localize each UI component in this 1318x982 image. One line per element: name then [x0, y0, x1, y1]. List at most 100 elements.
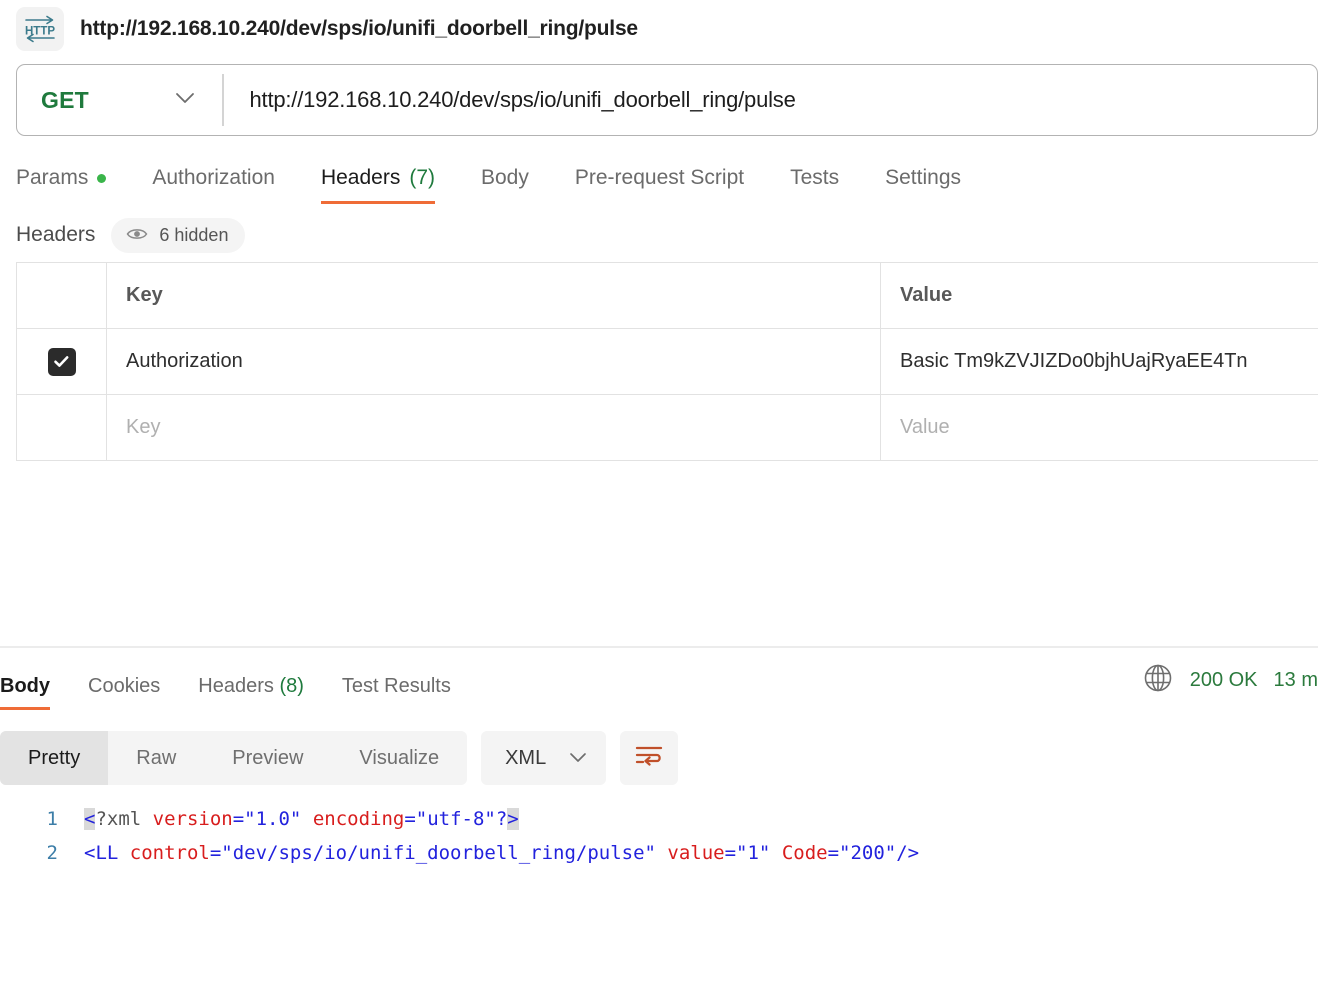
headers-section-title: Headers: [16, 223, 95, 247]
new-row-key-placeholder: Key: [126, 416, 160, 439]
new-row-checkbox-cell[interactable]: [17, 395, 107, 460]
page-title: http://192.168.10.240/dev/sps/io/unifi_d…: [80, 17, 638, 41]
response-status-group: 200 OK 13 m: [1142, 662, 1318, 699]
url-bar: GET http://192.168.10.240/dev/sps/io/uni…: [16, 64, 1318, 136]
tab-headers[interactable]: Headers (7): [321, 166, 461, 204]
response-tab-body[interactable]: Body: [0, 675, 74, 710]
code-line: 1 <?xml version="1.0" encoding="utf-8"?>: [0, 802, 1318, 836]
line-number: 1: [0, 802, 84, 836]
code-value-version: ="1.0": [233, 808, 302, 830]
view-mode-raw[interactable]: Raw: [108, 731, 204, 785]
response-tabs-left: Body Cookies Headers (8) Test Results: [0, 675, 489, 710]
code-selfclose: />: [896, 842, 919, 864]
table-row-empty: Key Value: [17, 395, 1318, 461]
response-tabs: Body Cookies Headers (8) Test Results 20…: [0, 648, 1318, 710]
code-line-content[interactable]: <?xml version="1.0" encoding="utf-8"?>: [84, 802, 519, 836]
code-pi-close: ?: [496, 808, 507, 830]
tab-params[interactable]: Params: [16, 166, 132, 204]
method-label: GET: [41, 87, 89, 114]
response-format-selector[interactable]: XML: [481, 731, 606, 785]
tab-authorization-label: Authorization: [152, 166, 275, 190]
view-mode-pretty-label: Pretty: [28, 747, 80, 770]
unsaved-dot-icon: [97, 174, 106, 183]
method-selector[interactable]: GET: [17, 65, 222, 135]
code-attr-version: version: [141, 808, 233, 830]
code-value-encoding: ="utf-8": [404, 808, 496, 830]
code-attr-value: value: [656, 842, 725, 864]
url-input[interactable]: http://192.168.10.240/dev/sps/io/unifi_d…: [224, 87, 1318, 113]
tab-body[interactable]: Body: [481, 166, 555, 204]
tab-authorization[interactable]: Authorization: [152, 166, 301, 204]
code-value-value: ="1": [725, 842, 771, 864]
column-header-value-label: Value: [900, 284, 952, 307]
view-mode-pretty[interactable]: Pretty: [0, 731, 108, 785]
code-attr-control: control: [118, 842, 210, 864]
header-cell-checkbox: [17, 263, 107, 328]
view-mode-segmented-control: Pretty Raw Preview Visualize: [0, 731, 467, 785]
response-tab-cookies[interactable]: Cookies: [88, 675, 184, 710]
request-tabs: Params Authorization Headers (7) Body Pr…: [0, 142, 1318, 204]
code-close-bracket: >: [507, 808, 518, 830]
row-value-text: Basic Tm9kZVJIZDo0bjhUajRyaEE4Tn: [900, 350, 1248, 373]
tab-headers-label: Headers: [321, 166, 400, 190]
request-title-bar: HTTP http://192.168.10.240/dev/sps/io/un…: [0, 0, 1318, 58]
response-tab-headers-label: Headers: [198, 675, 274, 697]
code-attr-encoding: encoding: [301, 808, 404, 830]
response-tab-body-label: Body: [0, 675, 50, 697]
tab-params-label: Params: [16, 166, 88, 190]
view-mode-visualize[interactable]: Visualize: [331, 731, 467, 785]
headers-subheader: Headers 6 hidden: [0, 204, 1318, 262]
response-time: 13 m: [1274, 669, 1318, 692]
chevron-down-icon: [174, 91, 196, 110]
hidden-headers-label: 6 hidden: [159, 225, 228, 246]
tab-settings-label: Settings: [885, 166, 961, 190]
svg-text:HTTP: HTTP: [25, 26, 55, 38]
headers-table: Key Value Authorization Basic Tm9kZVJIZD…: [16, 262, 1318, 461]
row-checkbox-checked-icon[interactable]: [48, 348, 76, 376]
response-view-toolbar: Pretty Raw Preview Visualize XML: [0, 710, 1318, 788]
row-checkbox-cell[interactable]: [17, 329, 107, 394]
row-key-input[interactable]: Authorization: [107, 329, 881, 394]
word-wrap-icon: [634, 743, 664, 774]
tab-pre-request-script-label: Pre-request Script: [575, 166, 744, 190]
new-row-value-placeholder: Value: [900, 416, 950, 439]
code-attr-code: Code: [770, 842, 827, 864]
new-row-key-input[interactable]: Key: [107, 395, 881, 460]
view-mode-preview-label: Preview: [232, 747, 303, 770]
url-bar-row: GET http://192.168.10.240/dev/sps/io/uni…: [0, 58, 1318, 142]
tab-tests[interactable]: Tests: [790, 166, 865, 204]
column-header-value: Value: [881, 263, 1318, 328]
response-tab-test-results[interactable]: Test Results: [342, 675, 475, 710]
tab-settings[interactable]: Settings: [885, 166, 987, 204]
word-wrap-button[interactable]: [620, 731, 678, 785]
tab-headers-count: (7): [409, 166, 435, 190]
code-value-control: ="dev/sps/io/unifi_doorbell_ring/pulse": [210, 842, 656, 864]
line-number: 2: [0, 836, 84, 870]
code-pi-name: ?xml: [95, 808, 141, 830]
row-value-input[interactable]: Basic Tm9kZVJIZDo0bjhUajRyaEE4Tn: [881, 329, 1318, 394]
hidden-headers-toggle[interactable]: 6 hidden: [111, 218, 245, 253]
code-value-code: ="200": [828, 842, 897, 864]
panel-spacer: [0, 461, 1318, 646]
row-key-text: Authorization: [126, 350, 243, 373]
response-tab-headers[interactable]: Headers (8): [198, 675, 328, 710]
column-header-key-label: Key: [126, 284, 163, 307]
tab-tests-label: Tests: [790, 166, 839, 190]
table-row: Authorization Basic Tm9kZVJIZDo0bjhUajRy…: [17, 329, 1318, 395]
eye-icon: [126, 225, 148, 246]
tab-body-label: Body: [481, 166, 529, 190]
response-tab-headers-count: (8): [279, 675, 303, 697]
response-tab-test-results-label: Test Results: [342, 675, 451, 697]
view-mode-preview[interactable]: Preview: [204, 731, 331, 785]
response-format-label: XML: [505, 747, 546, 770]
code-open-tag-ll: <LL: [84, 842, 118, 864]
table-header-row: Key Value: [17, 263, 1318, 329]
http-protocol-icon: HTTP: [16, 7, 64, 51]
column-header-key: Key: [107, 263, 881, 328]
code-line-content[interactable]: <LL control="dev/sps/io/unifi_doorbell_r…: [84, 836, 919, 870]
new-row-value-input[interactable]: Value: [881, 395, 1318, 460]
globe-icon: [1142, 662, 1174, 699]
tab-pre-request-script[interactable]: Pre-request Script: [575, 166, 770, 204]
chevron-down-icon: [568, 747, 588, 770]
response-body-code: 1 <?xml version="1.0" encoding="utf-8"?>…: [0, 788, 1318, 870]
